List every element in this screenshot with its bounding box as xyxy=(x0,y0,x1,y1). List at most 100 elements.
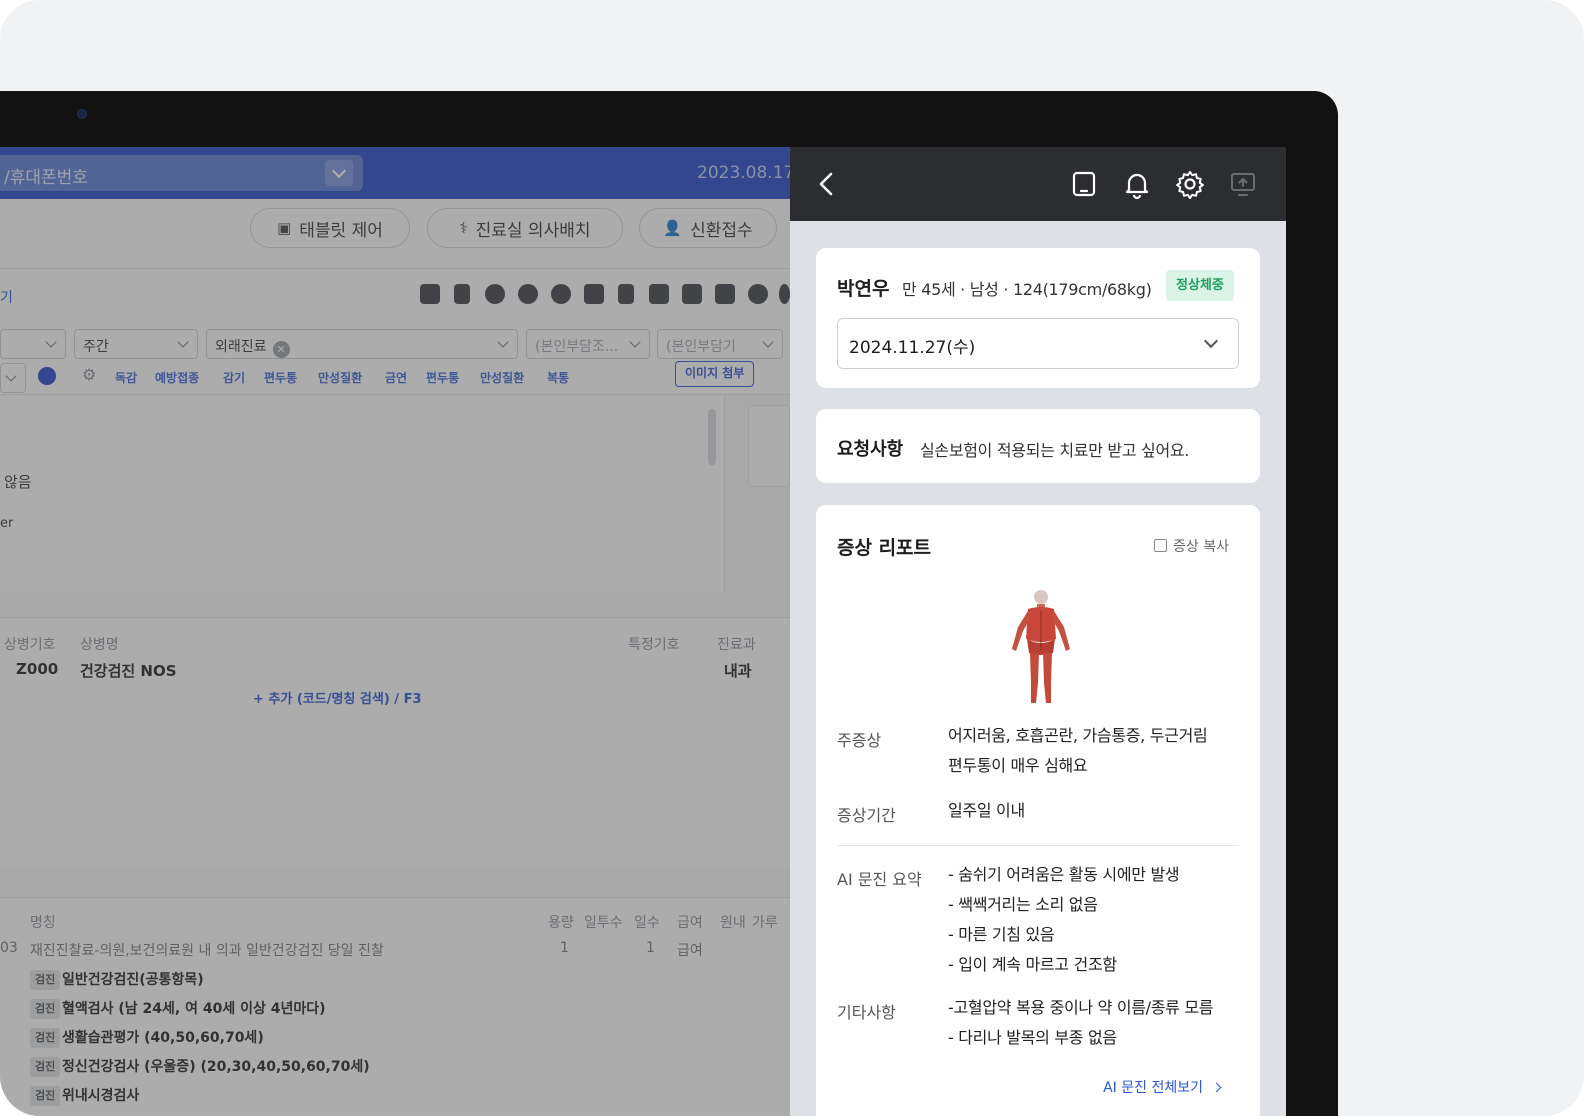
screen-share-icon[interactable] xyxy=(1227,168,1259,200)
rx-days: 1 xyxy=(646,940,655,956)
checkup-badge: 검진 xyxy=(30,970,61,990)
patient-panel: 박연우 만 45세 · 남성 · 124(179cm/68kg) 정상체중 20… xyxy=(790,147,1286,1116)
patient-name: 박연우 xyxy=(837,278,890,300)
new-patient-button[interactable]: 👤 신환접수 xyxy=(639,208,777,248)
settings-icon[interactable]: ⚙ xyxy=(82,365,96,384)
tag-item[interactable]: 독감 xyxy=(115,369,137,386)
tag-item[interactable]: 편두통 xyxy=(426,369,459,386)
copay-rate-select[interactable]: (본인부담조... xyxy=(526,329,650,359)
tablet-icon[interactable] xyxy=(1068,168,1100,200)
clear-chip-icon[interactable]: ✕ xyxy=(272,341,290,358)
filter-select-1[interactable] xyxy=(0,329,66,359)
dx-header-special: 특정기호 xyxy=(628,637,680,653)
color-dot[interactable] xyxy=(38,367,56,385)
table-row[interactable]: 검진 혈액검사 (남 24세, 여 40세 이상 4년마다) xyxy=(0,996,790,1024)
rx-code: 03 xyxy=(0,940,18,956)
filter-select-2[interactable] xyxy=(0,363,26,393)
body-anatomy-icon xyxy=(1012,590,1070,703)
mortar-icon[interactable] xyxy=(748,284,768,304)
dx-header-name: 상병명 xyxy=(80,637,119,653)
copy-icon xyxy=(1154,539,1167,552)
ai-full-view-link[interactable]: AI 문진 전체보기 xyxy=(1103,1077,1220,1097)
bmi-status-badge: 정상체중 xyxy=(1166,270,1234,301)
ai-summary-line-3: - 마른 기침 있음 xyxy=(948,925,1055,944)
checkup-badge: 검진 xyxy=(30,1057,61,1077)
table-row[interactable]: 03 재진진찰료-의원,보건의료원 내 의과 일반건강검진 당일 진찰 1 1 … xyxy=(0,938,790,966)
rx-dose: 1 xyxy=(560,940,569,956)
table-row[interactable]: 검진 생활습관평가 (40,50,60,70세) xyxy=(0,1025,790,1053)
copay-placeholder: (본인부담기 xyxy=(666,339,736,355)
id-card-icon[interactable] xyxy=(715,284,735,304)
request-card: 요청사항 실손보험이 적용되는 치료만 받고 싶어요. xyxy=(816,409,1260,483)
tablet-control-icon: ▣ xyxy=(277,219,292,237)
alarm-icon[interactable] xyxy=(584,284,604,304)
no-smoking-icon[interactable] xyxy=(485,284,505,304)
more-icon[interactable] xyxy=(779,284,790,304)
attach-image-button[interactable]: 이미지 첨부 xyxy=(675,361,755,387)
request-label: 요청사항 xyxy=(837,439,904,460)
gear-icon[interactable] xyxy=(1174,168,1206,200)
tablet-control-button[interactable]: ▣ 태블릿 제어 xyxy=(250,208,410,248)
copay-select[interactable]: (본인부담기 xyxy=(657,329,783,359)
search-dropdown-chevron-icon[interactable] xyxy=(325,160,353,186)
left-link[interactable]: 기 xyxy=(0,287,13,307)
panel-header xyxy=(790,147,1286,221)
background-canvas: /휴대폰번호 2023.08.17. ▣ 태블릿 제어 ⚕ 진료실 의사배치 👤… xyxy=(0,0,1584,1116)
main-symptom-line-1: 어지러움, 호흡곤란, 가슴통증, 두근거림 xyxy=(948,726,1208,745)
visit-date-select[interactable]: 2024.11.27(수) xyxy=(837,318,1239,369)
rx-item-name: 혈액검사 (남 24세, 여 40세 이상 4년마다) xyxy=(62,1001,326,1017)
bell-icon[interactable] xyxy=(1121,168,1153,200)
calendar-icon[interactable] xyxy=(649,284,669,304)
checkup-badge: 검진 xyxy=(30,1028,61,1048)
etc-line-1: -고혈압약 복용 중이나 약 이름/종류 모름 xyxy=(948,998,1214,1017)
tag-item[interactable]: 편두통 xyxy=(264,369,297,386)
room-assign-button[interactable]: ⚕ 진료실 의사배치 xyxy=(427,208,623,248)
rx-name: 재진진찰료-의원,보건의료원 내 의과 일반건강검진 당일 진찰 xyxy=(30,943,384,959)
dx-code: Z000 xyxy=(16,660,59,678)
tag-item[interactable]: 감기 xyxy=(223,369,245,386)
tablet-device: /휴대폰번호 2023.08.17. ▣ 태블릿 제어 ⚕ 진료실 의사배치 👤… xyxy=(0,91,1338,1116)
tag-item[interactable]: 예방접종 xyxy=(155,369,199,386)
patient-info-card: 박연우 만 45세 · 남성 · 124(179cm/68kg) 정상체중 20… xyxy=(816,248,1260,388)
emr-toolbar: ▣ 태블릿 제어 ⚕ 진료실 의사배치 👤 신환접수 xyxy=(0,199,790,269)
period-select[interactable]: 주간 xyxy=(74,329,198,359)
table-row[interactable]: 검진 정신건강검사 (우울증) (20,30,40,50,60,70세) xyxy=(0,1054,790,1082)
rx-item-name: 정신건강검사 (우울증) (20,30,40,50,60,70세) xyxy=(62,1059,370,1075)
visit-type-select[interactable]: 외래진료 ✕ xyxy=(206,329,518,359)
rx-header-name: 명칭 xyxy=(30,915,56,931)
checkup-badge: 검진 xyxy=(30,1086,61,1106)
emr-topbar: /휴대폰번호 2023.08.17. xyxy=(0,147,790,199)
rx-header-pay: 급여 xyxy=(677,915,703,931)
clinical-note-area[interactable]: 않음 er xyxy=(0,396,725,592)
table-row[interactable]: 검진 위내시경검사 xyxy=(0,1083,790,1111)
tag-item[interactable]: 금연 xyxy=(385,369,407,386)
rx-header-dose: 용량 xyxy=(548,915,574,931)
symptom-report-card: 증상 리포트 증상 복사 주증상 어지러움, 호흡곤란, 가슴통증, 두근거림 … xyxy=(816,505,1260,1116)
emr-app: /휴대폰번호 2023.08.17. ▣ 태블릿 제어 ⚕ 진료실 의사배치 👤… xyxy=(0,147,790,1116)
visit-type-value: 외래진료 xyxy=(215,339,267,355)
heart-icon[interactable] xyxy=(518,284,538,304)
document-icon[interactable] xyxy=(454,284,470,304)
ai-summary-line-1: - 숨쉬기 어려움은 활동 시에만 발생 xyxy=(948,865,1180,884)
back-icon[interactable] xyxy=(816,171,838,197)
tag-item[interactable]: 만성질환 xyxy=(318,369,362,386)
tag-item[interactable]: 복통 xyxy=(547,369,569,386)
rx-item-name: 위내시경검사 xyxy=(62,1088,140,1104)
flask-icon[interactable] xyxy=(682,284,702,304)
diagnosis-table: 상병기호 상병명 특정기호 진료과 Z000 건강검진 NOS 내과 + 추가 … xyxy=(0,617,790,867)
camera-dot xyxy=(77,109,87,119)
stethoscope-icon: ⚕ xyxy=(459,219,468,237)
table-row[interactable]: 검진 일반건강검진(공통항목) xyxy=(0,967,790,995)
add-diagnosis-link[interactable]: + 추가 (코드/명칭 검색) / F3 xyxy=(253,688,422,707)
clipboard-icon[interactable] xyxy=(618,284,634,304)
tag-item[interactable]: 만성질환 xyxy=(480,369,524,386)
head-icon[interactable] xyxy=(551,284,571,304)
side-thumbnail[interactable] xyxy=(748,405,790,487)
note-scrollbar[interactable] xyxy=(708,409,716,465)
card-icon[interactable] xyxy=(420,284,440,304)
patient-search-box[interactable]: /휴대폰번호 xyxy=(0,155,363,191)
etc-label: 기타사항 xyxy=(837,1003,896,1022)
emr-filters: 주간 외래진료 ✕ (본인부담조... (본인부담기 ⚙ 독감 예방접종 감기 … xyxy=(0,319,790,395)
copy-symptoms-button[interactable]: 증상 복사 xyxy=(1154,536,1229,556)
ai-summary-line-2: - 쌕쌕거리는 소리 없음 xyxy=(948,895,1098,914)
